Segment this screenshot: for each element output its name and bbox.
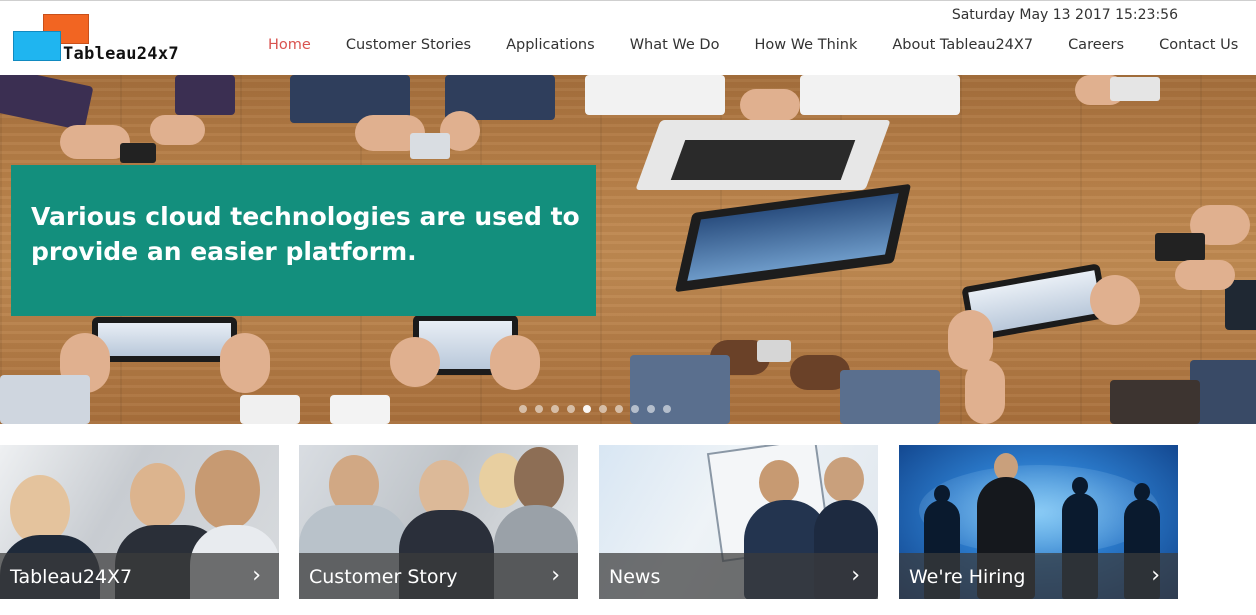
- nav-item-customer-stories[interactable]: Customer Stories: [346, 37, 471, 53]
- nav-item-what-we-do[interactable]: What We Do: [630, 37, 720, 53]
- hand-shape: [490, 335, 540, 390]
- chevron-right-icon: ›: [252, 563, 261, 588]
- hand-shape: [965, 360, 1005, 424]
- person-head: [514, 447, 564, 512]
- sleeve-shape: [1110, 380, 1200, 424]
- sleeve-shape: [840, 370, 940, 424]
- slider-dot[interactable]: [663, 405, 671, 413]
- sleeve-shape: [630, 355, 730, 424]
- sleeve-shape: [175, 75, 235, 115]
- logo-blue-square: [13, 31, 61, 61]
- laptop-shape: [635, 120, 912, 293]
- card-news[interactable]: News ›: [599, 445, 878, 599]
- hand-shape: [390, 337, 440, 387]
- phone-shape: [757, 340, 791, 362]
- sleeve-shape: [330, 395, 390, 424]
- nav-item-applications[interactable]: Applications: [506, 37, 595, 53]
- chevron-right-icon: ›: [1151, 563, 1160, 588]
- chevron-right-icon: ›: [851, 563, 860, 588]
- sleeve-shape: [0, 375, 90, 424]
- hand-shape: [1175, 260, 1235, 290]
- slider-dot[interactable]: [599, 405, 607, 413]
- nav-item-careers[interactable]: Careers: [1068, 37, 1124, 53]
- current-datetime: Saturday May 13 2017 15:23:56: [951, 7, 1178, 23]
- slider-dot[interactable]: [647, 405, 655, 413]
- hero-slider[interactable]: Various cloud technologies are used to p…: [0, 75, 1256, 424]
- tablet-shape: [92, 317, 237, 362]
- card-label: Tableau24X7: [10, 566, 133, 588]
- phone-shape: [410, 133, 450, 159]
- slider-dots: [519, 405, 679, 413]
- person-head: [824, 457, 864, 502]
- nav-item-how-we-think[interactable]: How We Think: [754, 37, 857, 53]
- hand-shape: [220, 333, 270, 393]
- sleeve-shape: [240, 395, 300, 424]
- card-label: We're Hiring: [909, 566, 1026, 588]
- card-label: Customer Story: [309, 566, 458, 588]
- feature-cards: Tableau24X7 › Customer Story › News › We…: [0, 445, 1256, 599]
- sleeve-shape: [585, 75, 725, 115]
- nav-item-about[interactable]: About Tableau24X7: [892, 37, 1033, 53]
- phone-shape: [1110, 77, 1160, 101]
- chevron-right-icon: ›: [551, 563, 560, 588]
- phone-shape: [120, 143, 156, 163]
- slider-dot[interactable]: [583, 405, 591, 413]
- site-header: Saturday May 13 2017 15:23:56 Tableau24x…: [0, 0, 1256, 75]
- card-customer-story[interactable]: Customer Story ›: [299, 445, 578, 599]
- person-head: [130, 463, 185, 528]
- person-head: [195, 450, 260, 530]
- slider-dot[interactable]: [631, 405, 639, 413]
- card-label: News: [609, 566, 661, 588]
- card-tableau24x7[interactable]: Tableau24X7 ›: [0, 445, 279, 599]
- slider-dot[interactable]: [535, 405, 543, 413]
- hand-shape: [1090, 275, 1140, 325]
- nav-item-contact-us[interactable]: Contact Us: [1159, 37, 1238, 53]
- hero-caption-box: Various cloud technologies are used to p…: [11, 165, 596, 316]
- slider-dot[interactable]: [567, 405, 575, 413]
- card-were-hiring[interactable]: We're Hiring ›: [899, 445, 1178, 599]
- hero-caption: Various cloud technologies are used to p…: [31, 202, 580, 266]
- slider-dot[interactable]: [551, 405, 559, 413]
- slider-dot[interactable]: [615, 405, 623, 413]
- site-logo[interactable]: Tableau24x7: [13, 14, 243, 66]
- nav-item-home[interactable]: Home: [268, 37, 311, 53]
- slider-dot[interactable]: [519, 405, 527, 413]
- main-nav: Home Customer Stories Applications What …: [252, 37, 1256, 53]
- hand-shape: [150, 115, 205, 145]
- sleeve-shape: [800, 75, 960, 115]
- sleeve-shape: [0, 75, 94, 131]
- hand-shape: [740, 89, 800, 121]
- logo-text: Tableau24x7: [63, 44, 179, 64]
- person-head: [759, 460, 799, 505]
- phone-shape: [1155, 233, 1205, 261]
- sleeve-shape: [1225, 280, 1256, 330]
